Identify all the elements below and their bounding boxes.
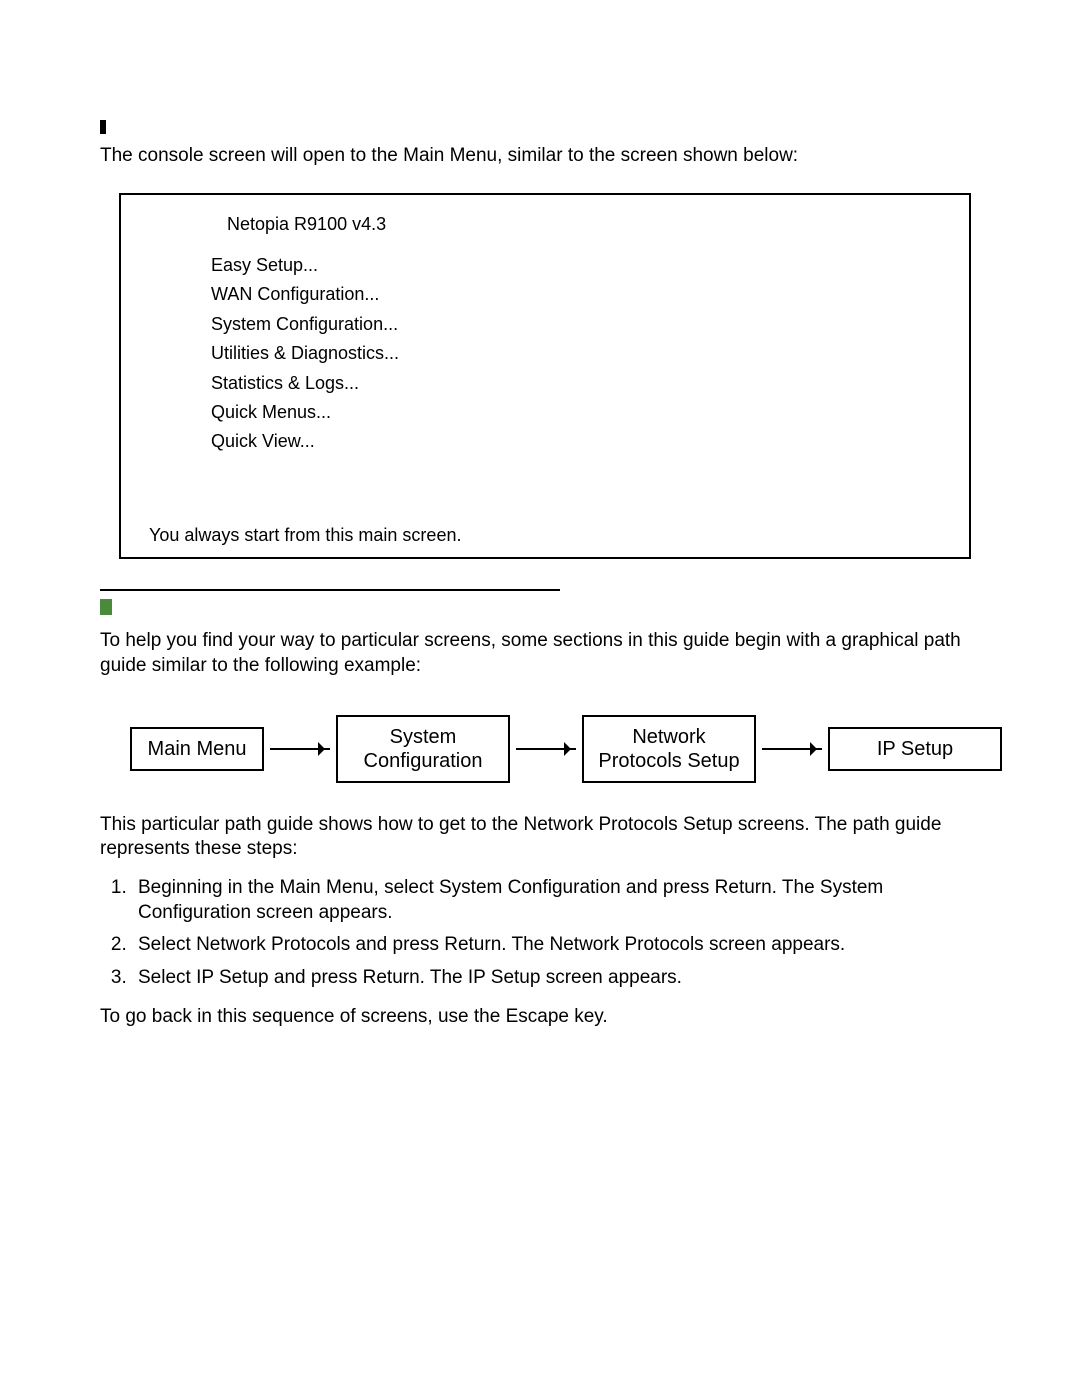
console-footer: You always start from this main screen. (149, 524, 949, 547)
path-guide-diagram: Main Menu System Configuration Network P… (130, 715, 990, 783)
menu-item: Quick Menus... (211, 401, 949, 424)
flow-box-system-configuration: System Configuration (336, 715, 510, 783)
steps-list: Beginning in the Main Menu, select Syste… (104, 876, 990, 991)
escape-paragraph: To go back in this sequence of screens, … (100, 1005, 990, 1030)
nav-intro-paragraph: To help you ﬁnd your way to particular s… (100, 629, 990, 678)
section-divider (100, 589, 560, 591)
console-screenshot: Netopia R9100 v4.3 Easy Setup... WAN Con… (119, 193, 971, 560)
arrow-right-icon (762, 748, 822, 750)
arrow-right-icon (270, 748, 330, 750)
flow-box-network-protocols-setup: Network Protocols Setup (582, 715, 756, 783)
after-flow-paragraph: This particular path guide shows how to … (100, 813, 990, 862)
menu-item: WAN Configuration... (211, 283, 949, 306)
console-title: Netopia R9100 v4.3 (227, 213, 949, 236)
step-item: Select Network Protocols and press Retur… (132, 933, 990, 958)
section-marker-icon (100, 120, 106, 134)
console-menu: Easy Setup... WAN Configuration... Syste… (211, 254, 949, 454)
page: The console screen will open to the Main… (0, 0, 1080, 1029)
step-item: Beginning in the Main Menu, select Syste… (132, 876, 990, 925)
flow-box-ip-setup: IP Setup (828, 727, 1002, 771)
menu-item: Statistics & Logs... (211, 372, 949, 395)
menu-item: Utilities & Diagnostics... (211, 342, 949, 365)
flow-box-main-menu: Main Menu (130, 727, 264, 771)
section-marker-icon (100, 599, 112, 615)
intro-paragraph: The console screen will open to the Main… (100, 144, 990, 169)
arrow-right-icon (516, 748, 576, 750)
menu-item: Easy Setup... (211, 254, 949, 277)
menu-item: System Configuration... (211, 313, 949, 336)
step-item: Select IP Setup and press Return. The IP… (132, 966, 990, 991)
menu-item: Quick View... (211, 430, 949, 453)
